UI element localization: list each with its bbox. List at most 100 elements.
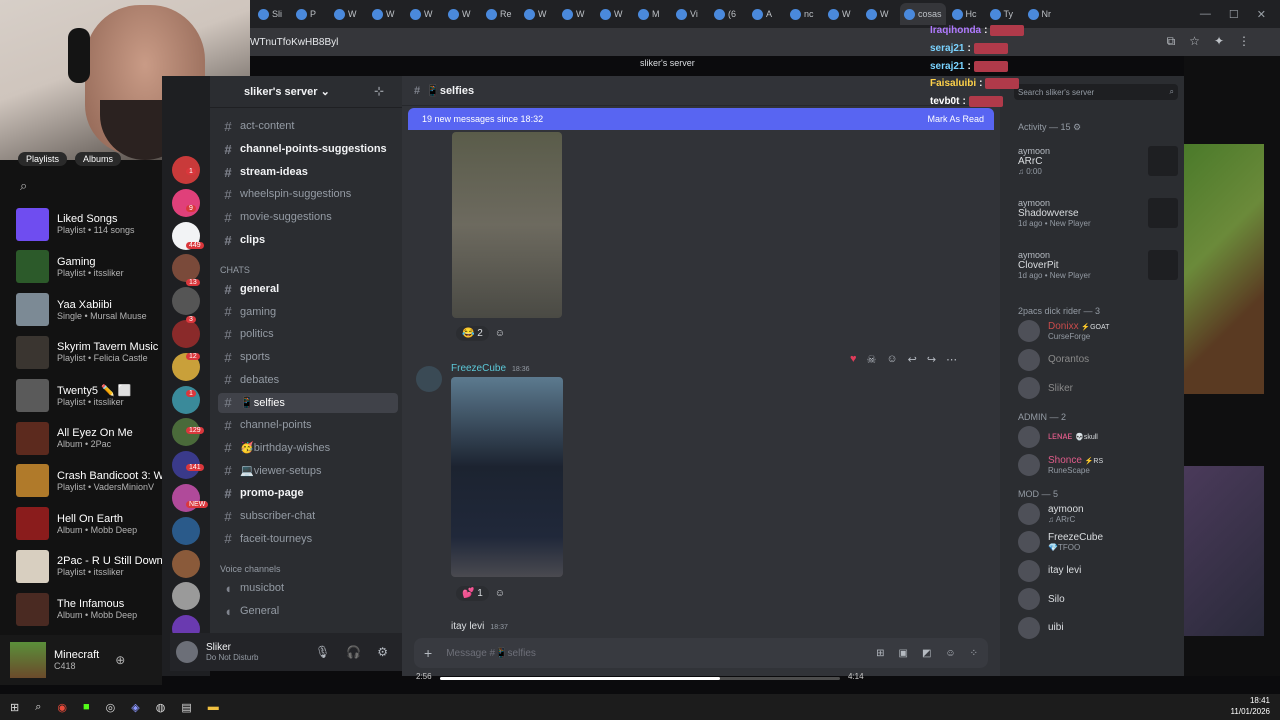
channel-item[interactable]: # sports bbox=[218, 347, 398, 367]
maximize-icon[interactable]: ☐ bbox=[1229, 8, 1239, 21]
channel-item[interactable]: # subscriber-chat bbox=[218, 506, 398, 526]
channel-item[interactable]: # promo-page bbox=[218, 483, 398, 503]
activity-card[interactable]: aymoon CloverPit 1d ago • New Player bbox=[1018, 250, 1178, 280]
gear-icon[interactable]: ⚙ bbox=[377, 645, 388, 659]
reaction-hearts[interactable]: 💕 1 bbox=[456, 586, 489, 601]
voice-channel[interactable]: ◖ musicbot bbox=[218, 578, 398, 598]
channel-item[interactable]: # faceit-tourneys bbox=[218, 529, 398, 549]
member-item[interactable]: itay levi bbox=[1018, 559, 1178, 582]
server-icon[interactable] bbox=[172, 582, 200, 611]
browser-tab[interactable]: W bbox=[520, 3, 556, 25]
library-item[interactable]: Skyrim Tavern Music Playlist • Felicia Ca… bbox=[16, 334, 162, 370]
steam-icon[interactable]: ◍ bbox=[156, 701, 166, 714]
obs-icon[interactable]: ◎ bbox=[106, 701, 116, 714]
member-item[interactable]: Silo bbox=[1018, 588, 1178, 610]
discord-icon[interactable]: ◈ bbox=[131, 701, 139, 714]
menu-icon[interactable]: ⋮ bbox=[1238, 34, 1250, 49]
channel-item[interactable]: # 🥳birthday-wishes bbox=[218, 438, 398, 458]
member-item[interactable]: Sliker bbox=[1018, 377, 1178, 399]
member-item[interactable]: ʟᴇɴᴀᴇ 💀skull bbox=[1018, 425, 1178, 448]
browser-tab[interactable]: Sli bbox=[254, 3, 290, 25]
browser-tab[interactable]: A bbox=[748, 3, 784, 25]
channel-item[interactable]: # stream-ideas bbox=[218, 162, 398, 182]
selfie-image-1[interactable] bbox=[452, 132, 562, 318]
library-item[interactable]: Liked Songs Playlist • 114 songs bbox=[16, 206, 162, 242]
message-composer[interactable]: + Message #📱selfies ⊞ ▣ ◩ ☺ ⁘ bbox=[414, 638, 988, 668]
activity-card[interactable]: aymoon Shadowverse 1d ago • New Player bbox=[1018, 198, 1178, 228]
minimize-icon[interactable]: — bbox=[1200, 8, 1211, 20]
forward-icon[interactable]: ↪ bbox=[927, 353, 936, 366]
extension-icon[interactable]: ✦ bbox=[1214, 34, 1224, 49]
member-item[interactable]: Shonce ⚡RS RuneScape bbox=[1018, 454, 1178, 476]
member-item[interactable]: Qorantos bbox=[1018, 348, 1178, 371]
browser-tab[interactable]: W bbox=[444, 3, 480, 25]
install-icon[interactable]: ⧉ bbox=[1167, 34, 1176, 49]
channel-item[interactable]: # gaming bbox=[218, 302, 398, 322]
reaction-laugh[interactable]: 😂 2 bbox=[456, 326, 489, 341]
browser-tab[interactable]: W bbox=[596, 3, 632, 25]
browser-tab[interactable]: M bbox=[634, 3, 670, 25]
library-item[interactable]: Hell On Earth Album • Mobb Deep bbox=[16, 506, 162, 542]
plus-icon[interactable]: + bbox=[424, 645, 432, 661]
gift-icon[interactable]: ⊞ bbox=[876, 648, 884, 659]
library-item[interactable]: 2Pac - R U Still Down? Playlist • itsslik… bbox=[16, 548, 162, 584]
library-item[interactable]: All Eyez On Me Album • 2Pac bbox=[16, 420, 162, 456]
star-icon[interactable]: ☆ bbox=[1189, 34, 1200, 49]
channel-item[interactable]: # channel-points-suggestions bbox=[218, 139, 398, 159]
browser-tab[interactable]: Hc bbox=[948, 3, 984, 25]
folder-icon[interactable]: ▬ bbox=[208, 701, 219, 713]
kick-icon[interactable]: ■ bbox=[83, 701, 90, 713]
library-item[interactable]: The Infamous Album • Mobb Deep bbox=[16, 591, 162, 627]
skull-icon[interactable]: ☠ bbox=[867, 353, 877, 366]
channel-item[interactable]: # clips bbox=[218, 230, 398, 250]
reply-icon[interactable]: ↩ bbox=[908, 353, 917, 366]
member-item[interactable]: uibi bbox=[1018, 616, 1178, 639]
channel-item[interactable]: # 💻viewer-setups bbox=[218, 461, 398, 481]
server-icon[interactable] bbox=[172, 287, 200, 316]
chip-albums[interactable]: Albums bbox=[75, 152, 122, 166]
category-voice[interactable]: Voice channels bbox=[220, 564, 281, 574]
avatar[interactable] bbox=[416, 366, 442, 392]
library-item[interactable]: Crash Bandicoot 3: Wa Playlist • VadersMi… bbox=[16, 463, 162, 499]
member-item[interactable]: aymoon ♫ ARrC bbox=[1018, 502, 1178, 525]
voice-channel[interactable]: ◖ General bbox=[218, 601, 398, 621]
start-icon[interactable]: ⊞ bbox=[10, 701, 19, 714]
gif-icon[interactable]: ▣ bbox=[898, 648, 907, 659]
add-friend-icon[interactable]: ⊹ bbox=[374, 84, 384, 98]
message-author[interactable]: itay levi bbox=[451, 621, 484, 632]
server-icon[interactable] bbox=[172, 320, 200, 348]
browser-tab[interactable]: cosas bbox=[900, 3, 946, 25]
channel-item[interactable]: # 📱selfies bbox=[218, 392, 398, 413]
browser-tab[interactable]: W bbox=[558, 3, 594, 25]
selfie-image-2[interactable] bbox=[451, 377, 563, 577]
message-author[interactable]: FreezeCube bbox=[451, 363, 506, 374]
browser-tab[interactable]: Ty bbox=[986, 3, 1022, 25]
browser-tab[interactable]: Vi bbox=[672, 3, 708, 25]
library-item[interactable]: Yaa Xabiibi Single • Mursal Muuse bbox=[16, 292, 162, 328]
close-icon[interactable]: ✕ bbox=[1257, 8, 1266, 21]
new-messages-bar[interactable]: 19 new messages since 18:32 Mark As Read bbox=[408, 108, 994, 130]
channel-item[interactable]: # politics bbox=[218, 324, 398, 344]
address-bar[interactable]: WTnuTfoKwHB8Byl bbox=[250, 28, 1280, 56]
add-icon[interactable]: ⊕ bbox=[115, 653, 125, 667]
category-chats[interactable]: CHATS bbox=[220, 265, 250, 275]
heart-icon[interactable]: ♥ bbox=[850, 353, 857, 366]
browser-tab[interactable]: nc bbox=[786, 3, 822, 25]
channel-item[interactable]: # general bbox=[218, 279, 398, 299]
browser-tab[interactable]: W bbox=[824, 3, 860, 25]
activity-card[interactable]: aymoon ARrC ♫ 0:00 bbox=[1018, 146, 1178, 176]
browser-tab[interactable]: Nr bbox=[1024, 3, 1060, 25]
browser-tab[interactable]: P bbox=[292, 3, 328, 25]
emoji-icon[interactable]: ☺ bbox=[886, 353, 897, 366]
chrome-icon[interactable]: ◉ bbox=[57, 701, 67, 714]
server-icon[interactable] bbox=[172, 188, 200, 217]
sticker-icon[interactable]: ◩ bbox=[922, 648, 931, 659]
emoji-icon[interactable]: ☺ bbox=[945, 648, 955, 659]
epic-icon[interactable]: ▤ bbox=[181, 701, 191, 714]
search-input[interactable]: Search sliker's server ⌕ bbox=[1014, 84, 1178, 100]
channel-item[interactable]: # channel-points bbox=[218, 415, 398, 435]
server-icon[interactable] bbox=[172, 549, 200, 578]
add-reaction-icon[interactable]: ☺ bbox=[495, 588, 505, 599]
progress-track[interactable] bbox=[440, 677, 840, 680]
browser-tab[interactable]: (6 bbox=[710, 3, 746, 25]
